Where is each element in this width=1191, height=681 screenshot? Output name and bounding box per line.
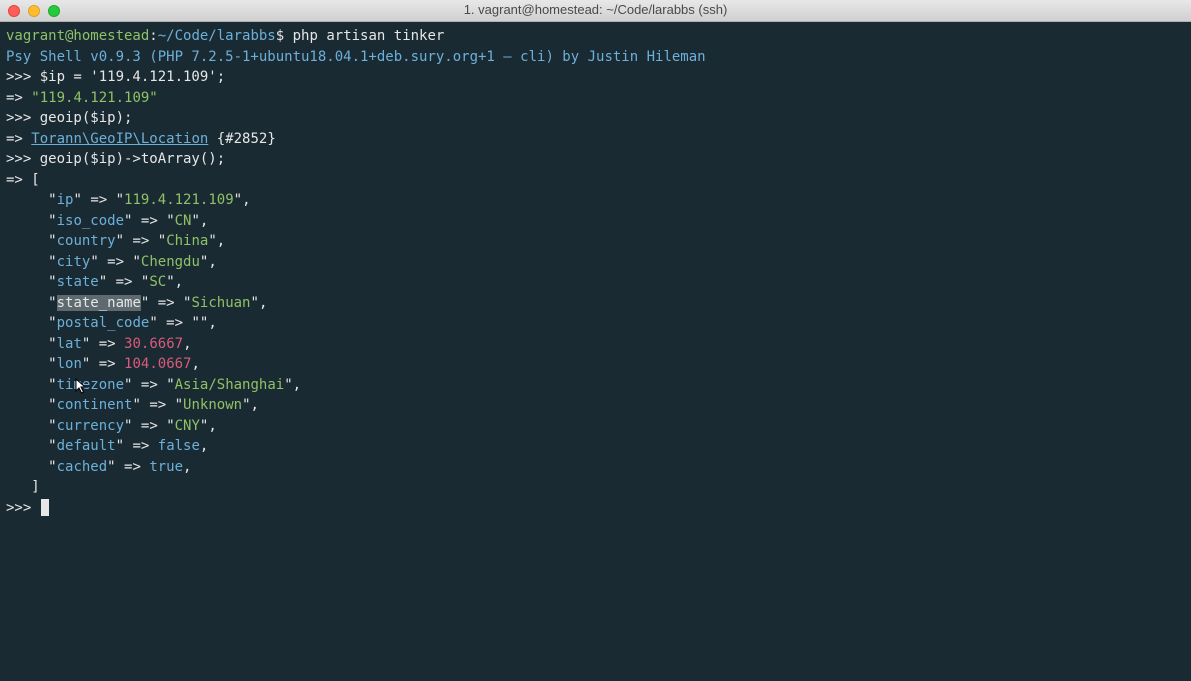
window-title: 1. vagrant@homestead: ~/Code/larabbs (ss…	[464, 0, 728, 21]
array-item: "state_name" => "Sichuan",	[6, 293, 1185, 314]
array-item: "cached" => true,	[6, 457, 1185, 478]
prompt-separator: :	[149, 28, 157, 44]
array-item: "lat" => 30.6667,	[6, 334, 1185, 355]
array-item: "postal_code" => "",	[6, 313, 1185, 334]
minimize-icon[interactable]	[28, 5, 40, 17]
array-item: "currency" => "CNY",	[6, 416, 1185, 437]
terminal-output[interactable]: vagrant@homestead:~/Code/larabbs$ php ar…	[0, 22, 1191, 522]
maximize-icon[interactable]	[48, 5, 60, 17]
array-open: => [	[6, 170, 1185, 191]
prompt-user: vagrant@homestead	[6, 28, 149, 44]
window-titlebar: 1. vagrant@homestead: ~/Code/larabbs (ss…	[0, 0, 1191, 22]
psy-banner: Psy Shell v0.9.3 (PHP 7.2.5-1+ubuntu18.0…	[6, 47, 1185, 68]
array-item: "lon" => 104.0667,	[6, 354, 1185, 375]
close-icon[interactable]	[8, 5, 20, 17]
repl-input-line: >>> $ip = '119.4.121.109';	[6, 67, 1185, 88]
text-cursor	[41, 499, 50, 516]
repl-input-line: >>> geoip($ip);	[6, 108, 1185, 129]
prompt-dollar: $	[276, 28, 284, 44]
selected-text: state_name	[57, 295, 141, 311]
repl-prompt-line: >>>	[6, 498, 1185, 519]
shell-command: php artisan tinker	[293, 28, 445, 44]
repl-input-line: >>> geoip($ip)->toArray();	[6, 149, 1185, 170]
array-item: "city" => "Chengdu",	[6, 252, 1185, 273]
array-item: "country" => "China",	[6, 231, 1185, 252]
traffic-lights	[0, 5, 60, 17]
repl-output-line: => "119.4.121.109"	[6, 88, 1185, 109]
prompt-path: ~/Code/larabbs	[158, 28, 276, 44]
class-name-link[interactable]: Torann\GeoIP\Location	[31, 131, 208, 147]
array-item: "continent" => "Unknown",	[6, 395, 1185, 416]
array-close: ]	[6, 477, 1185, 498]
array-item: "default" => false,	[6, 436, 1185, 457]
repl-output-line: => Torann\GeoIP\Location {#2852}	[6, 129, 1185, 150]
array-item: "timezone" => "Asia/Shanghai",	[6, 375, 1185, 396]
array-item: "ip" => "119.4.121.109",	[6, 190, 1185, 211]
array-item: "iso_code" => "CN",	[6, 211, 1185, 232]
shell-prompt-line: vagrant@homestead:~/Code/larabbs$ php ar…	[6, 26, 1185, 47]
array-item: "state" => "SC",	[6, 272, 1185, 293]
